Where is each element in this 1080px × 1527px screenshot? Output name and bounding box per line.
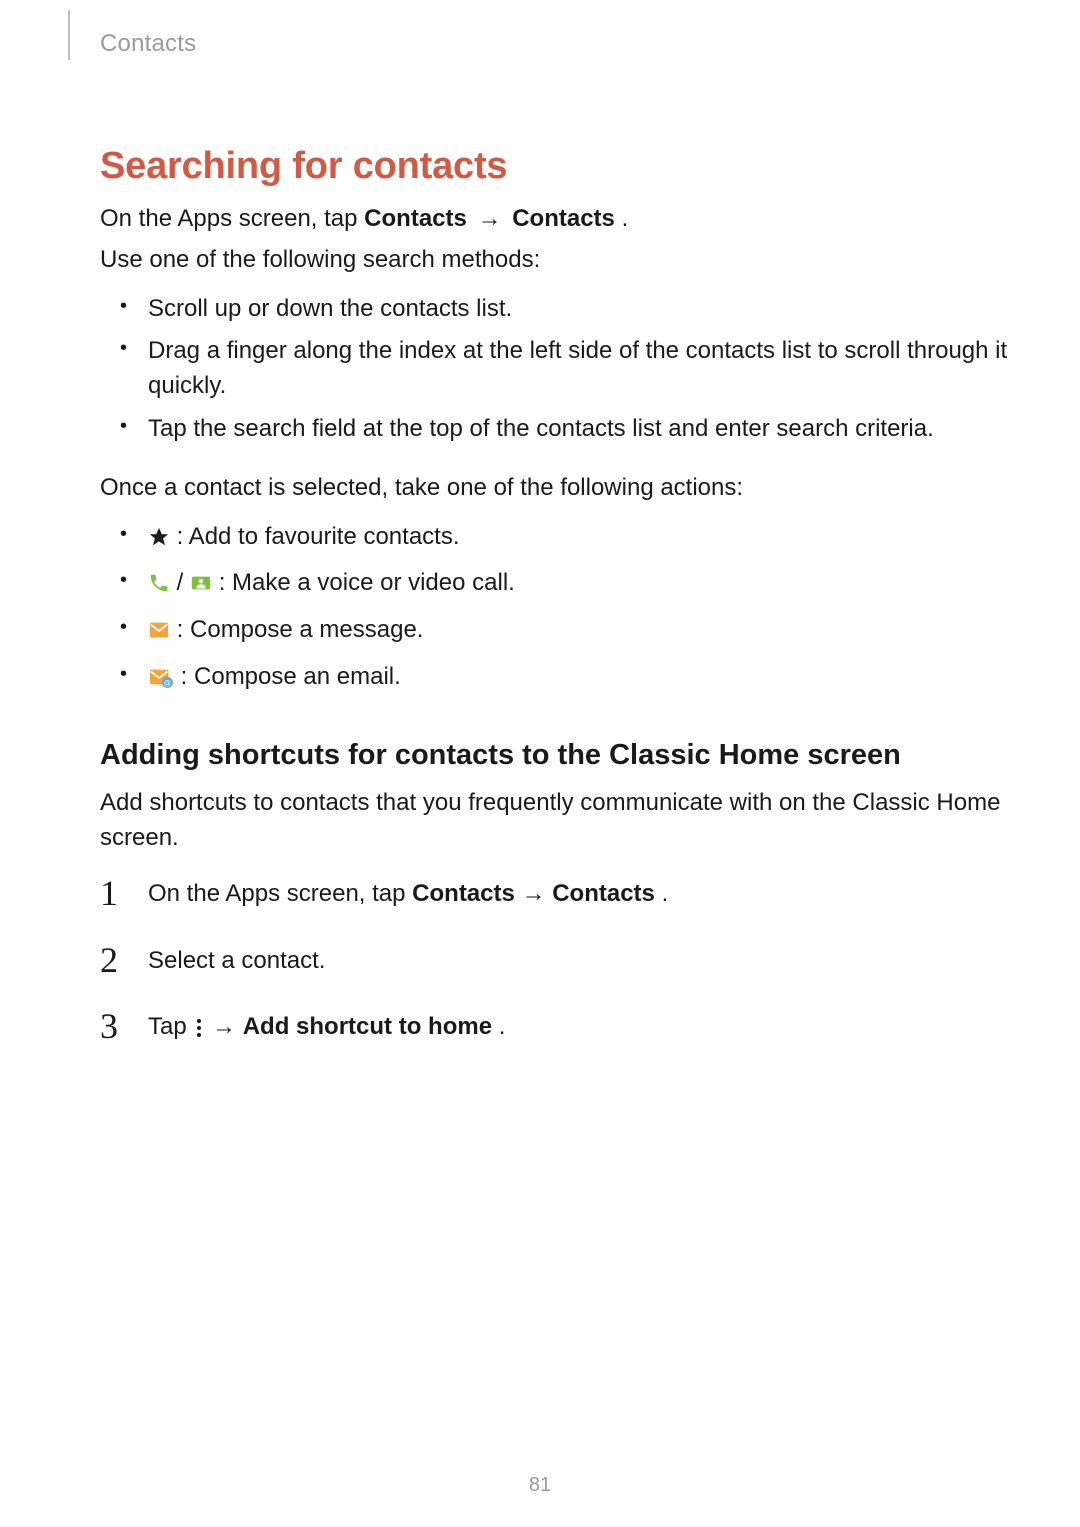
step-number: 2 xyxy=(100,932,118,990)
subsection-heading: Adding shortcuts for contacts to the Cla… xyxy=(100,739,1010,772)
step-text-prefix: On the Apps screen, tap xyxy=(148,880,412,907)
action-text: : Add to favourite contacts. xyxy=(177,523,460,550)
step-suffix: . xyxy=(662,880,669,907)
message-icon xyxy=(148,617,170,652)
header-rule xyxy=(68,10,70,60)
section-heading: Searching for contacts xyxy=(100,145,1010,188)
step-item: 3 Tap → Add shortcut to home . xyxy=(100,1008,1010,1051)
intro-bold-2: Contacts xyxy=(512,205,615,232)
list-item: Scroll up or down the contacts list. xyxy=(100,292,1010,327)
list-item: Drag a finger along the index at the lef… xyxy=(100,334,1010,404)
action-text: : Compose a message. xyxy=(177,616,424,643)
step-item: 2 Select a contact. xyxy=(100,942,1010,980)
step-item: 1 On the Apps screen, tap Contacts → Con… xyxy=(100,875,1010,913)
svg-text:@: @ xyxy=(164,678,171,687)
step-number: 1 xyxy=(100,865,118,923)
step-bold: Add shortcut to home xyxy=(243,1013,492,1040)
slash-separator: / xyxy=(177,569,190,596)
video-call-icon xyxy=(190,570,212,605)
step-bold-2: Contacts xyxy=(552,880,655,907)
intro-paragraph-1: On the Apps screen, tap Contacts → Conta… xyxy=(100,202,1010,237)
step-arrow: → xyxy=(522,880,553,907)
intro-bold-1: Contacts xyxy=(364,205,467,232)
email-icon: @ xyxy=(148,664,174,699)
intro-suffix: . xyxy=(622,205,629,232)
intro-paragraph-2: Use one of the following search methods: xyxy=(100,243,1010,278)
step-suffix: . xyxy=(499,1013,506,1040)
search-methods-list: Scroll up or down the contacts list. Dra… xyxy=(100,292,1010,447)
header-section-name: Contacts xyxy=(100,30,196,58)
phone-icon xyxy=(148,570,170,605)
step-arrow: → xyxy=(212,1013,243,1040)
step-bold-1: Contacts xyxy=(412,880,515,907)
intro-prefix: On the Apps screen, tap xyxy=(100,205,364,232)
step-text: Select a contact. xyxy=(148,947,325,974)
step-text-prefix: Tap xyxy=(148,1013,193,1040)
intro-arrow: → xyxy=(478,205,509,232)
list-item: / : Make a voice or video call. xyxy=(100,566,1010,605)
list-item: Tap the search field at the top of the c… xyxy=(100,412,1010,447)
more-options-icon xyxy=(195,1013,203,1051)
actions-list: : Add to favourite contacts. / : Make a … xyxy=(100,520,1010,699)
action-text: : Make a voice or video call. xyxy=(219,569,515,596)
list-item: : Add to favourite contacts. xyxy=(100,520,1010,559)
list-item: : Compose a message. xyxy=(100,613,1010,652)
page-number: 81 xyxy=(0,1474,1080,1497)
step-number: 3 xyxy=(100,998,118,1056)
action-text: : Compose an email. xyxy=(181,663,401,690)
manual-page: Contacts Searching for contacts On the A… xyxy=(0,0,1080,1527)
list-item: @ : Compose an email. xyxy=(100,660,1010,699)
after-search-paragraph: Once a contact is selected, take one of … xyxy=(100,471,1010,506)
steps-list: 1 On the Apps screen, tap Contacts → Con… xyxy=(100,875,1010,1051)
shortcut-intro: Add shortcuts to contacts that you frequ… xyxy=(100,786,1010,856)
star-icon xyxy=(148,524,170,559)
